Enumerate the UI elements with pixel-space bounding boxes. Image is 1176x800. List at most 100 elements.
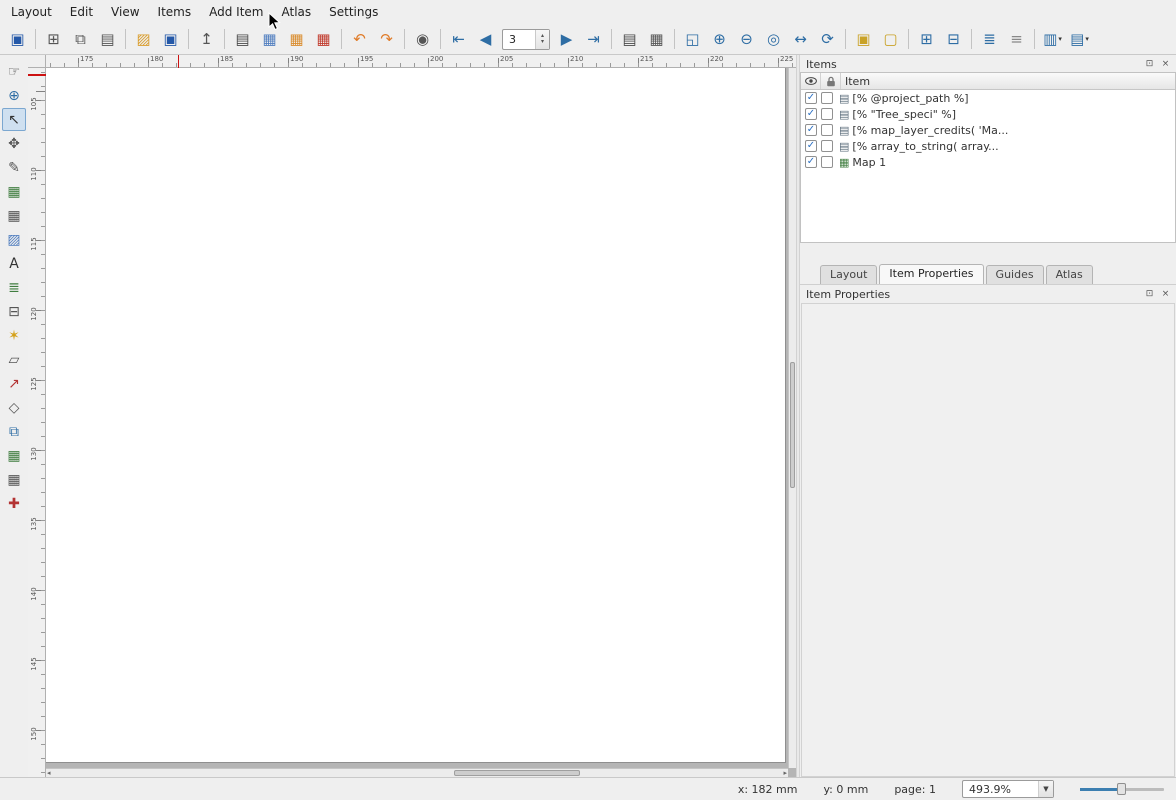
scroll-left-arrow-icon[interactable]: ◂ — [47, 769, 51, 777]
zoom-full-button[interactable]: ◱ — [680, 27, 705, 52]
add-marker-tool[interactable]: ✚ — [2, 492, 26, 515]
tab-layout[interactable]: Layout — [820, 265, 877, 284]
tab-guides[interactable]: Guides — [986, 265, 1044, 284]
redo-button[interactable]: ↷ — [374, 27, 399, 52]
item-row[interactable]: ✓▤[% @project_path %] — [801, 90, 1175, 106]
item-row[interactable]: ✓▦Map 1 — [801, 154, 1175, 170]
export-atlas-button[interactable]: ▦ — [644, 27, 669, 52]
add-scalebar-tool[interactable]: ⊟ — [2, 300, 26, 323]
undo-button[interactable]: ↶ — [347, 27, 372, 52]
menu-add-item[interactable]: Add Item — [200, 1, 272, 23]
zoom-slider[interactable] — [1080, 782, 1164, 796]
print-atlas-button[interactable]: ▤ — [617, 27, 642, 52]
spinbox-arrows-icon[interactable]: ▴▾ — [535, 30, 549, 49]
item-row[interactable]: ✓▤[% "Tree_speci" %] — [801, 106, 1175, 122]
ruler-vertical[interactable]: 105110115120125130135140145150 — [28, 68, 46, 777]
print-layout-button[interactable]: ▤ — [230, 27, 255, 52]
ungroup-items-button[interactable]: ⊟ — [941, 27, 966, 52]
save-as-template-button[interactable]: ▣ — [158, 27, 183, 52]
ruler-horizontal[interactable]: 175180185190195200205210215220225 — [46, 55, 796, 68]
atlas-feature-spinbox[interactable]: 3▴▾ — [502, 29, 550, 50]
spin-down-icon[interactable]: ▾ — [541, 39, 544, 45]
horizontal-scrollbar[interactable]: ◂ ▸ — [46, 768, 788, 777]
zoom-tool-tool[interactable]: ⊕ — [2, 84, 26, 107]
atlas-first-feature-button[interactable]: ⇤ — [446, 27, 471, 52]
add-html-tool[interactable]: ⧉ — [2, 420, 26, 443]
lock-checkbox[interactable] — [821, 108, 833, 120]
edit-nodes-item-tool[interactable]: ✎ — [2, 156, 26, 179]
menu-layout[interactable]: Layout — [2, 1, 61, 23]
add-picture-tool[interactable]: ▨ — [2, 228, 26, 251]
lock-checkbox[interactable] — [821, 124, 833, 136]
add-3d-map-tool[interactable]: ▦ — [2, 204, 26, 227]
export-as-pdf-button[interactable]: ▦ — [311, 27, 336, 52]
lock-checkbox[interactable] — [821, 92, 833, 104]
layout-manager-button[interactable]: ▤ — [95, 27, 120, 52]
move-item-content-tool[interactable]: ✥ — [2, 132, 26, 155]
float-panel-icon[interactable]: ⊡ — [1143, 58, 1156, 71]
visibility-checkbox[interactable]: ✓ — [805, 92, 817, 104]
horizontal-scrollbar-handle[interactable] — [454, 770, 580, 776]
vertical-scrollbar[interactable] — [788, 68, 796, 768]
zoom-width-button[interactable]: ↔ — [788, 27, 813, 52]
save-project-button[interactable]: ▣ — [5, 27, 30, 52]
add-label-tool[interactable]: A — [2, 252, 26, 275]
duplicate-layout-button[interactable]: ⧉ — [68, 27, 93, 52]
tab-atlas[interactable]: Atlas — [1046, 265, 1093, 284]
unlock-all-items-button[interactable]: ▢ — [878, 27, 903, 52]
visibility-checkbox[interactable]: ✓ — [805, 156, 817, 168]
float-panel-icon[interactable]: ⊡ — [1143, 288, 1156, 301]
visibility-checkbox[interactable]: ✓ — [805, 124, 817, 136]
select-move-item-tool[interactable]: ↖ — [2, 108, 26, 131]
chevron-down-icon[interactable]: ▼ — [1038, 781, 1053, 797]
menu-edit[interactable]: Edit — [61, 1, 102, 23]
add-attribute-table-tool[interactable]: ▦ — [2, 444, 26, 467]
align-selected-items-button[interactable]: ▥▾ — [1040, 27, 1065, 52]
close-panel-icon[interactable]: × — [1159, 288, 1172, 301]
layout-page[interactable] — [46, 68, 786, 763]
lock-selected-items-button[interactable]: ▣ — [851, 27, 876, 52]
zoom-in-button[interactable]: ⊕ — [707, 27, 732, 52]
toolbar-separator — [674, 29, 675, 49]
lock-checkbox[interactable] — [821, 140, 833, 152]
menu-items[interactable]: Items — [149, 1, 201, 23]
tab-item-properties[interactable]: Item Properties — [879, 264, 983, 284]
atlas-last-feature-button[interactable]: ⇥ — [581, 27, 606, 52]
scroll-right-arrow-icon[interactable]: ▸ — [783, 769, 787, 777]
add-legend-tool[interactable]: ≣ — [2, 276, 26, 299]
refresh-view-button[interactable]: ⟳ — [815, 27, 840, 52]
zoom-actual-button[interactable]: ◎ — [761, 27, 786, 52]
add-map-tool[interactable]: ▦ — [2, 180, 26, 203]
vertical-scrollbar-handle[interactable] — [790, 362, 795, 488]
ruler-label: 175 — [80, 55, 93, 63]
add-north-arrow-tool[interactable]: ✶ — [2, 324, 26, 347]
load-from-template-button[interactable]: ↥ — [194, 27, 219, 52]
close-panel-icon[interactable]: × — [1159, 58, 1172, 71]
add-items-from-template-button[interactable]: ▨ — [131, 27, 156, 52]
group-items-button[interactable]: ⊞ — [914, 27, 939, 52]
zoom-out-button[interactable]: ⊖ — [734, 27, 759, 52]
menu-settings[interactable]: Settings — [320, 1, 387, 23]
new-layout-button[interactable]: ⊞ — [41, 27, 66, 52]
item-row[interactable]: ✓▤[% array_to_string( array... — [801, 138, 1175, 154]
check-mark: ✓ — [807, 157, 815, 167]
pan-layout-tool[interactable]: ☞ — [2, 60, 26, 83]
visibility-checkbox[interactable]: ✓ — [805, 108, 817, 120]
add-arrow-tool[interactable]: ↗ — [2, 372, 26, 395]
lock-checkbox[interactable] — [821, 156, 833, 168]
visibility-checkbox[interactable]: ✓ — [805, 140, 817, 152]
menu-view[interactable]: View — [102, 1, 148, 23]
item-row[interactable]: ✓▤[% map_layer_credits( 'Ma... — [801, 122, 1175, 138]
lower-selected-items-button[interactable]: ≡ — [1004, 27, 1029, 52]
zoom-slider-handle[interactable] — [1117, 783, 1126, 795]
atlas-next-feature-button[interactable]: ▶ — [554, 27, 579, 52]
add-fixed-table-tool[interactable]: ▦ — [2, 468, 26, 491]
add-node-item-tool[interactable]: ◇ — [2, 396, 26, 419]
atlas-previous-feature-button[interactable]: ◀ — [473, 27, 498, 52]
atlas-preview-button[interactable]: ◉ — [410, 27, 435, 52]
zoom-level-combobox[interactable]: 493.9% ▼ — [962, 780, 1054, 798]
distribute-selected-items-button[interactable]: ▤▾ — [1067, 27, 1092, 52]
add-shape-tool[interactable]: ▱ — [2, 348, 26, 371]
export-as-svg-button[interactable]: ▦ — [284, 27, 309, 52]
raise-selected-items-button[interactable]: ≣ — [977, 27, 1002, 52]
